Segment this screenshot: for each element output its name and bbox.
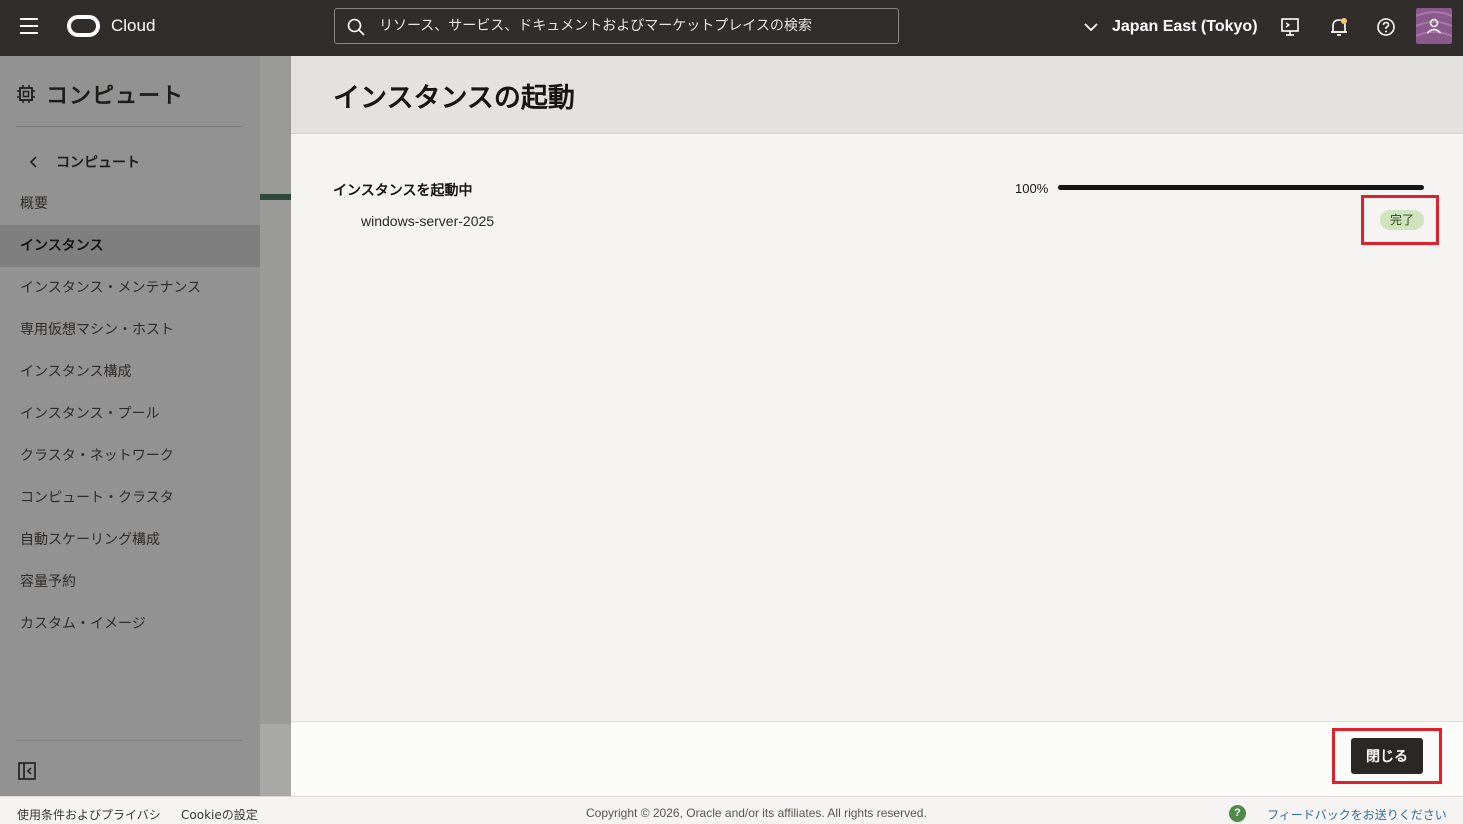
sidebar-header: コンピュート bbox=[16, 78, 184, 110]
chevron-down-icon bbox=[1084, 23, 1098, 32]
brand-name[interactable]: Cloud bbox=[111, 16, 155, 36]
bell-icon[interactable] bbox=[1328, 16, 1350, 38]
search-input[interactable] bbox=[379, 11, 884, 41]
highlight-box bbox=[1361, 195, 1439, 245]
background-fragment bbox=[260, 194, 291, 200]
sidebar-item-overview[interactable]: 概要 bbox=[0, 183, 260, 225]
background-overlay bbox=[260, 56, 291, 796]
feedback-link[interactable]: フィードバックをお送りください bbox=[1267, 806, 1447, 823]
sidebar-item-autoscaling[interactable]: 自動スケーリング構成 bbox=[0, 519, 260, 561]
progress-percent: 100% bbox=[1015, 181, 1049, 196]
sidebar-item-instance-pools[interactable]: インスタンス・プール bbox=[0, 393, 260, 435]
menu-icon[interactable] bbox=[20, 18, 42, 38]
search-icon bbox=[347, 18, 365, 36]
sidebar-back-link[interactable]: コンピュート bbox=[28, 152, 140, 172]
region-selector[interactable]: Japan East (Tokyo) bbox=[1082, 14, 1258, 40]
terms-link[interactable]: 使用条件およびプライバシ bbox=[17, 806, 161, 823]
avatar[interactable] bbox=[1416, 8, 1452, 44]
sidebar-item-cluster-networks[interactable]: クラスタ・ネットワーク bbox=[0, 435, 260, 477]
sidebar: コンピュート コンピュート 概要 インスタンス インスタンス・メンテナンス 専用… bbox=[0, 56, 260, 796]
sidebar-item-instances[interactable]: インスタンス bbox=[0, 225, 260, 267]
instance-name: windows-server-2025 bbox=[361, 213, 495, 229]
top-header: Cloud Japan East (Tokyo) bbox=[0, 0, 1463, 56]
progress-bar-fill bbox=[1058, 185, 1424, 190]
oracle-logo[interactable] bbox=[67, 15, 100, 37]
background-fragment bbox=[260, 724, 291, 796]
region-label: Japan East (Tokyo) bbox=[1112, 18, 1258, 35]
compute-chip-icon bbox=[17, 85, 35, 103]
panel-title: インスタンスの起動 bbox=[333, 83, 575, 114]
sidebar-item-dedicated-vm-hosts[interactable]: 専用仮想マシン・ホスト bbox=[0, 309, 260, 351]
progress-bar bbox=[1058, 185, 1424, 190]
sidebar-title: コンピュート bbox=[46, 84, 185, 109]
launch-instance-panel: インスタンスの起動 インスタンスを起動中 100% windows-server… bbox=[291, 56, 1463, 796]
chevron-left-icon bbox=[29, 156, 37, 168]
sidebar-item-compute-clusters[interactable]: コンピュート・クラスタ bbox=[0, 477, 260, 519]
sidebar-nav: 概要 インスタンス インスタンス・メンテナンス 専用仮想マシン・ホスト インスタ… bbox=[0, 183, 260, 645]
sidebar-item-instance-maintenance[interactable]: インスタンス・メンテナンス bbox=[0, 267, 260, 309]
sidebar-item-instance-configurations[interactable]: インスタンス構成 bbox=[0, 351, 260, 393]
sidebar-item-capacity-reservations[interactable]: 容量予約 bbox=[0, 561, 260, 603]
search-box[interactable] bbox=[334, 8, 899, 44]
question-icon: ? bbox=[1229, 805, 1246, 822]
sidebar-back-label: コンピュート bbox=[56, 155, 140, 171]
user-icon bbox=[1416, 11, 1452, 37]
divider bbox=[16, 740, 242, 741]
help-icon[interactable] bbox=[1375, 16, 1397, 38]
copyright-text: Copyright © 2026, Oracle and/or its affi… bbox=[586, 806, 927, 820]
divider bbox=[16, 126, 242, 127]
collapse-sidebar-icon[interactable] bbox=[18, 762, 36, 780]
cloud-shell-icon[interactable] bbox=[1279, 16, 1301, 38]
cookie-settings-link[interactable]: Cookieの設定 bbox=[181, 806, 258, 823]
highlight-box bbox=[1332, 728, 1442, 784]
page-footer: 使用条件およびプライバシ Cookieの設定 Copyright © 2026,… bbox=[0, 796, 1463, 824]
panel-header: インスタンスの起動 bbox=[291, 56, 1463, 134]
task-label: インスタンスを起動中 bbox=[333, 183, 473, 199]
panel-footer: 閉じる bbox=[291, 721, 1463, 796]
sidebar-item-custom-images[interactable]: カスタム・イメージ bbox=[0, 603, 260, 645]
